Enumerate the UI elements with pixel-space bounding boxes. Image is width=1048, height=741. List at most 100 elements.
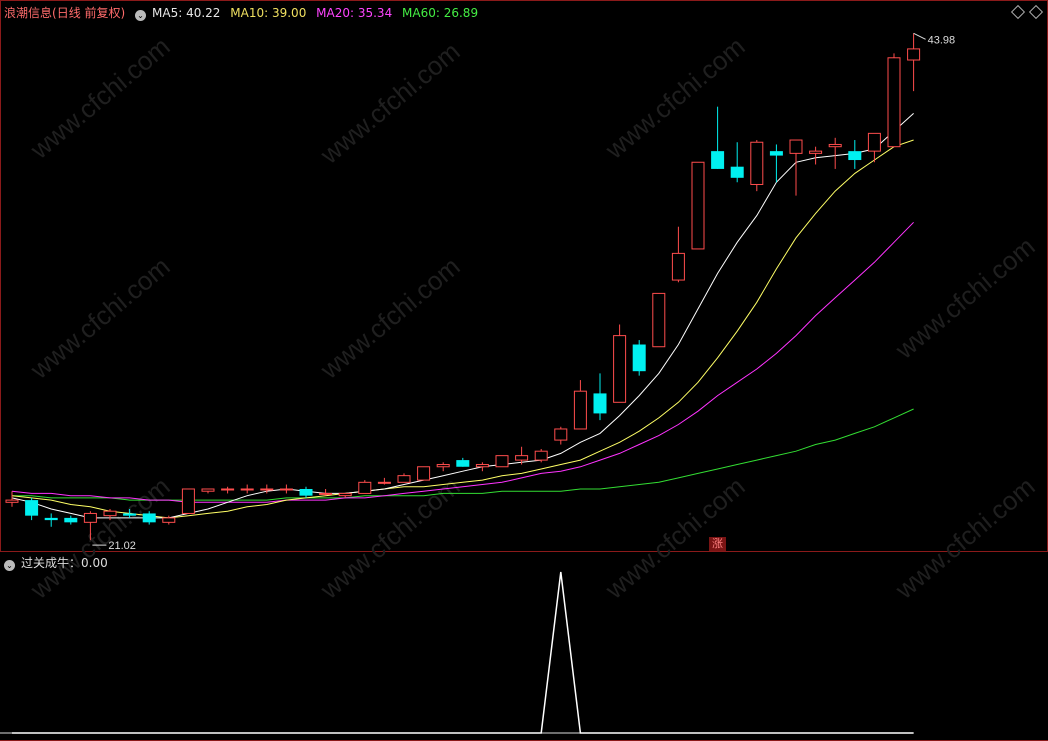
candle-body <box>613 335 627 403</box>
candle <box>397 473 411 483</box>
candle-body <box>123 513 137 516</box>
candle-body <box>475 464 489 468</box>
watermark: www.cfchi.com <box>314 36 466 170</box>
moving-average-lines <box>11 113 914 519</box>
stock-name: 浪潮信息 <box>4 6 53 20</box>
candle <box>907 33 921 92</box>
candle <box>573 380 587 430</box>
watermark: www.cfchi.com <box>24 471 176 605</box>
candle-body <box>83 512 97 523</box>
watermark: www.cfchi.com <box>889 231 1041 365</box>
main-header: 浪潮信息(日线 前复权) ⌄ MA5: 40.22 MA10: 39.00 MA2… <box>4 4 484 21</box>
candle <box>279 484 293 494</box>
candle-body <box>279 488 293 491</box>
candle-body <box>201 488 215 492</box>
candle-body <box>221 488 235 491</box>
candle <box>887 53 901 148</box>
candle-body <box>64 517 78 523</box>
candle <box>358 480 372 494</box>
candle <box>25 497 39 521</box>
chart-canvas: www.cfchi.com www.cfchi.com www.cfchi.com w… <box>0 0 1048 741</box>
candle <box>593 373 607 421</box>
candle-body <box>338 492 352 497</box>
candle <box>319 488 333 496</box>
candle <box>221 486 235 494</box>
candle-body <box>691 161 705 250</box>
candle-body <box>867 132 881 152</box>
candle-body <box>319 492 333 495</box>
candle-body <box>162 517 176 523</box>
watermark: www.cfchi.com <box>599 471 751 605</box>
candle <box>495 455 509 468</box>
indicator-panel <box>0 571 914 734</box>
candle-body <box>181 488 195 514</box>
candle <box>867 132 881 163</box>
candle-body <box>671 252 685 281</box>
candle-body <box>907 48 921 61</box>
ma60-label: MA60: 26.89 <box>402 6 479 20</box>
ma5-line <box>11 113 914 519</box>
zhang-badge: 涨 <box>709 537 726 551</box>
candle <box>848 140 862 169</box>
candle-body <box>887 57 901 148</box>
candle-body <box>299 488 313 496</box>
candle <box>201 488 215 494</box>
candle <box>436 462 450 472</box>
watermark: www.cfchi.com <box>889 471 1041 605</box>
candle <box>299 486 313 498</box>
candle-body <box>750 141 764 185</box>
candle-body <box>25 500 39 516</box>
candle-body <box>730 166 744 178</box>
candle-body <box>260 488 274 491</box>
watermark: www.cfchi.com <box>599 31 751 165</box>
watermark: www.cfchi.com <box>24 251 176 385</box>
candle-body <box>495 455 509 468</box>
candle-body <box>652 292 666 348</box>
candle-body <box>377 481 391 484</box>
candle <box>652 292 666 348</box>
candle-body <box>397 475 411 483</box>
candle <box>809 146 823 165</box>
candle <box>534 448 548 463</box>
candle-body <box>534 450 548 461</box>
price-marks: 43.98 21.02 <box>92 32 956 552</box>
candle <box>456 457 470 467</box>
candle-body <box>789 139 803 154</box>
candle-body <box>436 464 450 468</box>
chevron-down-icon[interactable]: ⌄ <box>135 10 147 21</box>
period-label: (日线 前复权) <box>52 6 126 20</box>
candle-body <box>769 151 783 156</box>
candle <box>769 144 783 183</box>
high-pointer <box>913 32 926 40</box>
chevron-down-icon[interactable]: ⌄ <box>4 560 15 571</box>
candle <box>475 462 489 472</box>
candle-body <box>632 344 646 372</box>
candle-body <box>554 428 568 441</box>
candle-body <box>240 488 254 491</box>
candle <box>64 515 78 525</box>
candle-body <box>828 143 842 148</box>
low-label: 21.02 <box>108 540 136 552</box>
indicator-header: ⌄ 过关成牛：0.00 <box>4 554 114 571</box>
candle-body <box>358 481 372 494</box>
ma20-label: MA20: 35.34 <box>316 6 393 20</box>
candle <box>671 226 685 283</box>
indicator-label: 过关成牛：0.00 <box>21 556 108 570</box>
candle <box>711 106 725 169</box>
candle-body <box>711 151 725 169</box>
candle-body <box>515 455 529 461</box>
candle <box>828 137 842 169</box>
candle <box>750 140 764 192</box>
candle-body <box>44 517 58 521</box>
ma5-label: MA5: 40.22 <box>152 6 221 20</box>
watermark: www.cfchi.com <box>314 471 466 605</box>
candle <box>789 139 803 196</box>
ma10-label: MA10: 39.00 <box>230 6 307 20</box>
candle-body <box>848 151 862 161</box>
candle-body <box>573 390 587 430</box>
indicator-line <box>12 571 914 734</box>
watermark: www.cfchi.com <box>314 251 466 385</box>
candle <box>417 466 431 481</box>
high-label: 43.98 <box>928 34 956 46</box>
candle <box>181 488 195 514</box>
